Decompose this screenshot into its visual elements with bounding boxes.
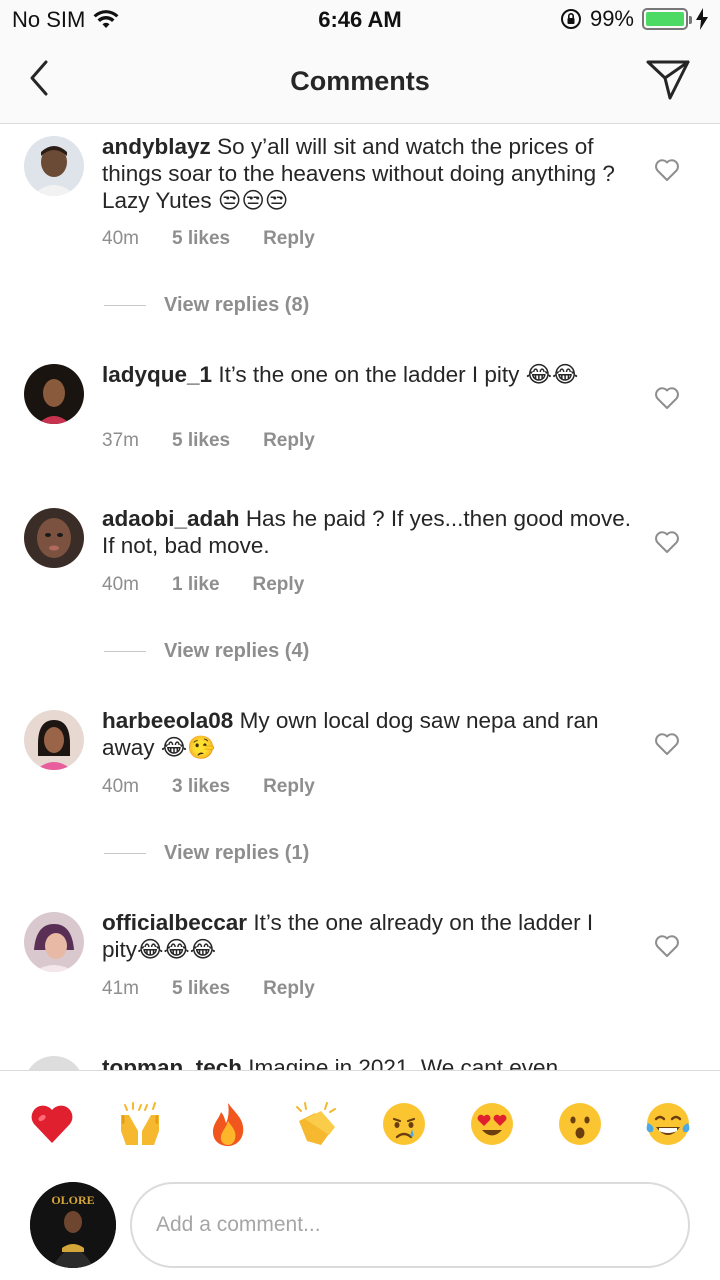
avatar[interactable] bbox=[24, 710, 84, 770]
replies-divider bbox=[104, 651, 146, 652]
avatar[interactable] bbox=[24, 912, 84, 972]
avatar-image bbox=[24, 508, 84, 568]
comment-likes[interactable]: 5 likes bbox=[172, 978, 230, 1000]
replies-divider bbox=[104, 305, 146, 306]
current-user-avatar[interactable]: OLORE bbox=[30, 1182, 116, 1268]
comment-time: 40m bbox=[102, 574, 139, 595]
heart-eyes-emoji-icon[interactable] bbox=[469, 1101, 515, 1147]
like-heart-icon[interactable] bbox=[654, 934, 680, 958]
raising-hands-emoji-icon[interactable] bbox=[117, 1101, 163, 1147]
comment-text: ladyque_1 It’s the one on the ladder I p… bbox=[102, 361, 632, 388]
battery-fill bbox=[646, 12, 684, 26]
view-replies-label: View replies (4) bbox=[164, 640, 310, 662]
comments-list[interactable]: andyblayz So y’all will sit and watch th… bbox=[0, 124, 720, 1070]
red-heart-emoji-icon[interactable] bbox=[29, 1101, 75, 1147]
like-heart-icon[interactable] bbox=[654, 158, 680, 182]
comment-meta: 37m 5 likes Reply bbox=[102, 430, 348, 452]
comment-text: andyblayz So y’all will sit and watch th… bbox=[102, 133, 632, 214]
comment-body: Imagine in 2021. We cant even bbox=[248, 1055, 559, 1070]
avatar[interactable] bbox=[24, 364, 84, 424]
status-bar: No SIM 6:46 AM 99% bbox=[0, 0, 720, 40]
replies-divider bbox=[104, 853, 146, 854]
comment-meta: 40m 1 like Reply bbox=[102, 574, 337, 596]
comment-meta: 40m 3 likes Reply bbox=[102, 776, 348, 798]
reply-button[interactable]: Reply bbox=[263, 776, 315, 798]
orientation-lock-icon bbox=[560, 9, 581, 29]
like-heart-icon[interactable] bbox=[654, 386, 680, 410]
charging-bolt-icon bbox=[696, 8, 708, 30]
comment-body: It’s the one on the ladder I pity 😂😂 bbox=[218, 362, 579, 387]
battery-tip bbox=[689, 16, 692, 24]
comment-username[interactable]: harbeeola08 bbox=[102, 708, 233, 733]
comment-username[interactable]: ladyque_1 bbox=[102, 362, 212, 387]
comment-text: harbeeola08 My own local dog saw nepa an… bbox=[102, 707, 632, 761]
crying-face-emoji-icon[interactable] bbox=[381, 1101, 427, 1147]
comment-username[interactable]: adaobi_adah bbox=[102, 506, 240, 531]
avatar-image bbox=[24, 912, 84, 972]
comment-time: 40m bbox=[102, 228, 139, 249]
comment-composer: OLORE bbox=[0, 1174, 720, 1280]
avatar[interactable] bbox=[24, 1056, 84, 1070]
page-title: Comments bbox=[290, 66, 430, 96]
comment-time: 37m bbox=[102, 430, 139, 451]
comment-username[interactable]: officialbeccar bbox=[102, 910, 247, 935]
comment-input[interactable] bbox=[130, 1182, 690, 1268]
comment-likes[interactable]: 1 like bbox=[172, 574, 220, 596]
status-right: 99% bbox=[560, 6, 708, 32]
view-replies-button[interactable]: View replies (4) bbox=[104, 640, 309, 663]
view-replies-button[interactable]: View replies (8) bbox=[104, 294, 309, 317]
battery-icon bbox=[642, 8, 692, 30]
reply-button[interactable]: Reply bbox=[263, 430, 315, 452]
view-replies-button[interactable]: View replies (1) bbox=[104, 842, 309, 865]
avatar[interactable] bbox=[24, 508, 84, 568]
send-button[interactable] bbox=[644, 56, 692, 102]
like-heart-icon[interactable] bbox=[654, 732, 680, 756]
comment-likes[interactable]: 5 likes bbox=[172, 228, 230, 250]
comment-likes[interactable]: 3 likes bbox=[172, 776, 230, 798]
avatar-image bbox=[24, 364, 84, 424]
avatar-image: OLORE bbox=[30, 1182, 116, 1268]
reply-button[interactable]: Reply bbox=[263, 978, 315, 1000]
clapping-hands-emoji-icon[interactable] bbox=[293, 1101, 339, 1147]
quick-reaction-bar bbox=[0, 1070, 720, 1174]
battery-percent: 99% bbox=[589, 6, 634, 31]
reply-button[interactable]: Reply bbox=[253, 574, 305, 596]
reply-button[interactable]: Reply bbox=[263, 228, 315, 250]
fire-emoji-icon[interactable] bbox=[205, 1101, 251, 1147]
comment-text: topman_tech Imagine in 2021. We cant eve… bbox=[102, 1054, 632, 1070]
avatar-logo-text: OLORE bbox=[51, 1193, 94, 1207]
comment-username[interactable]: andyblayz bbox=[102, 134, 211, 159]
view-replies-label: View replies (8) bbox=[164, 294, 310, 316]
comment-text: officialbeccar It’s the one already on t… bbox=[102, 909, 632, 963]
comment-meta: 41m 5 likes Reply bbox=[102, 978, 348, 1000]
surprised-face-emoji-icon[interactable] bbox=[557, 1101, 603, 1147]
like-heart-icon[interactable] bbox=[654, 530, 680, 554]
comment-meta: 40m 5 likes Reply bbox=[102, 228, 348, 250]
comment-likes[interactable]: 5 likes bbox=[172, 430, 230, 452]
avatar-image bbox=[24, 136, 84, 196]
avatar[interactable] bbox=[24, 136, 84, 196]
comment-text: adaobi_adah Has he paid ? If yes...then … bbox=[102, 505, 632, 559]
comment-time: 41m bbox=[102, 978, 139, 999]
comment-username[interactable]: topman_tech bbox=[102, 1055, 242, 1070]
avatar-image bbox=[24, 710, 84, 770]
header: Comments bbox=[0, 40, 720, 124]
comment-time: 40m bbox=[102, 776, 139, 797]
tears-of-joy-emoji-icon[interactable] bbox=[645, 1101, 691, 1147]
view-replies-label: View replies (1) bbox=[164, 842, 310, 864]
